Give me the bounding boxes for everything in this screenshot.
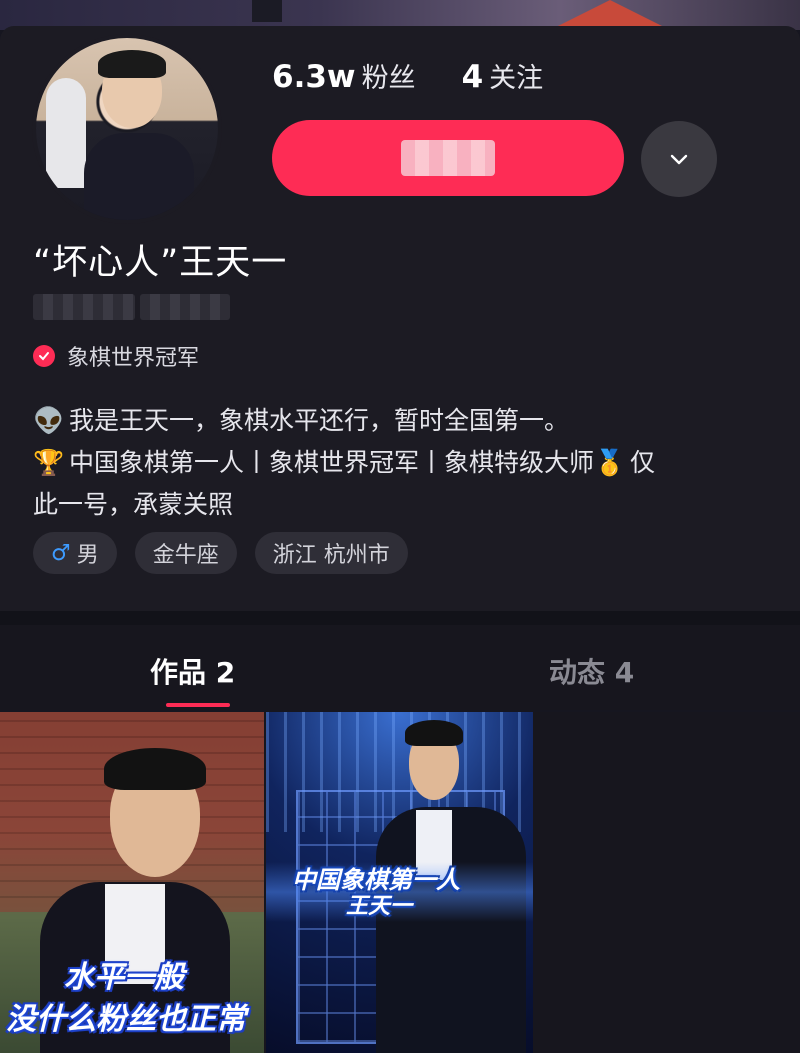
content-tabs: 作品 2 动态 4 — [0, 625, 800, 710]
male-icon: ♂ — [51, 540, 71, 566]
bio-line-2: 🏆 中国象棋第一人丨象棋世界冠军丨象棋特级大师🥇 仅 — [33, 442, 763, 484]
redacted-account-id — [33, 294, 135, 320]
avatar[interactable] — [32, 34, 222, 224]
profile-tags: ♂ 男 金牛座 浙江 杭州市 — [33, 532, 426, 574]
following-label[interactable]: 关注 — [489, 56, 543, 95]
verification-row: 象棋世界冠军 — [33, 340, 199, 372]
bio-line-1: 👽 我是王天一，象棋水平还行，暂时全国第一。 — [33, 400, 763, 442]
avatar-hair — [98, 50, 166, 78]
avatar-background-person — [46, 78, 86, 188]
tab-moments[interactable]: 动态 4 — [549, 651, 634, 691]
person-hair — [405, 720, 463, 746]
tag-location: 浙江 杭州市 — [254, 532, 408, 574]
video-grid: 水平一般 没什么粉丝也正常 中国象棋第一人 王天一 — [0, 712, 800, 1053]
tag-zodiac: 金牛座 — [134, 532, 237, 574]
tab-works[interactable]: 作品 2 — [150, 651, 235, 691]
followers-label[interactable]: 粉丝 — [362, 56, 416, 95]
bio-text-1: 我是王天一，象棋水平还行，暂时全国第一。 — [69, 406, 570, 435]
person-hair — [104, 748, 206, 790]
profile-stats: 6.3w 粉丝 4 关注 — [272, 56, 543, 95]
verification-label: 象棋世界冠军 — [67, 346, 200, 371]
follow-button[interactable] — [272, 120, 624, 196]
verified-check-icon — [33, 345, 55, 367]
active-tab-indicator — [166, 703, 230, 707]
alien-icon: 👽 — [33, 406, 65, 435]
chevron-down-icon — [670, 154, 688, 165]
profile-bio: 👽 我是王天一，象棋水平还行，暂时全国第一。 🏆 中国象棋第一人丨象棋世界冠军丨象棋… — [33, 400, 763, 526]
more-button[interactable] — [641, 121, 717, 197]
profile-name: “坏心人”王天一 — [33, 243, 288, 283]
bio-text-2: 中国象棋第一人丨象棋世界冠军丨象棋特级大师 — [69, 448, 595, 477]
avatar-shirt — [84, 133, 194, 220]
tag-gender-label: 男 — [76, 543, 99, 568]
cover-figure — [252, 0, 282, 22]
video-1-caption-line-2: 没什么粉丝也正常 — [6, 1002, 246, 1037]
bio-text-2-tail: 仅 — [630, 448, 656, 477]
redacted-account-id-2 — [140, 294, 230, 320]
following-count[interactable]: 4 — [462, 59, 484, 95]
video-thumbnail-2[interactable]: 中国象棋第一人 王天一 — [266, 712, 533, 1053]
video-2-caption-line-2: 王天一 — [346, 894, 413, 919]
trophy-icon: 🏆 — [33, 448, 65, 477]
section-divider — [0, 611, 800, 625]
video-1-caption-line-1: 水平一般 — [64, 960, 184, 995]
follow-button-label-blurred — [401, 140, 495, 176]
tag-gender: ♂ 男 — [33, 532, 117, 574]
gold-medal-icon: 🥇 — [594, 448, 626, 477]
video-thumbnail-1[interactable]: 水平一般 没什么粉丝也正常 — [0, 712, 264, 1053]
bio-line-3: 此一号，承蒙关照 — [33, 490, 234, 519]
followers-count[interactable]: 6.3w — [272, 59, 356, 95]
